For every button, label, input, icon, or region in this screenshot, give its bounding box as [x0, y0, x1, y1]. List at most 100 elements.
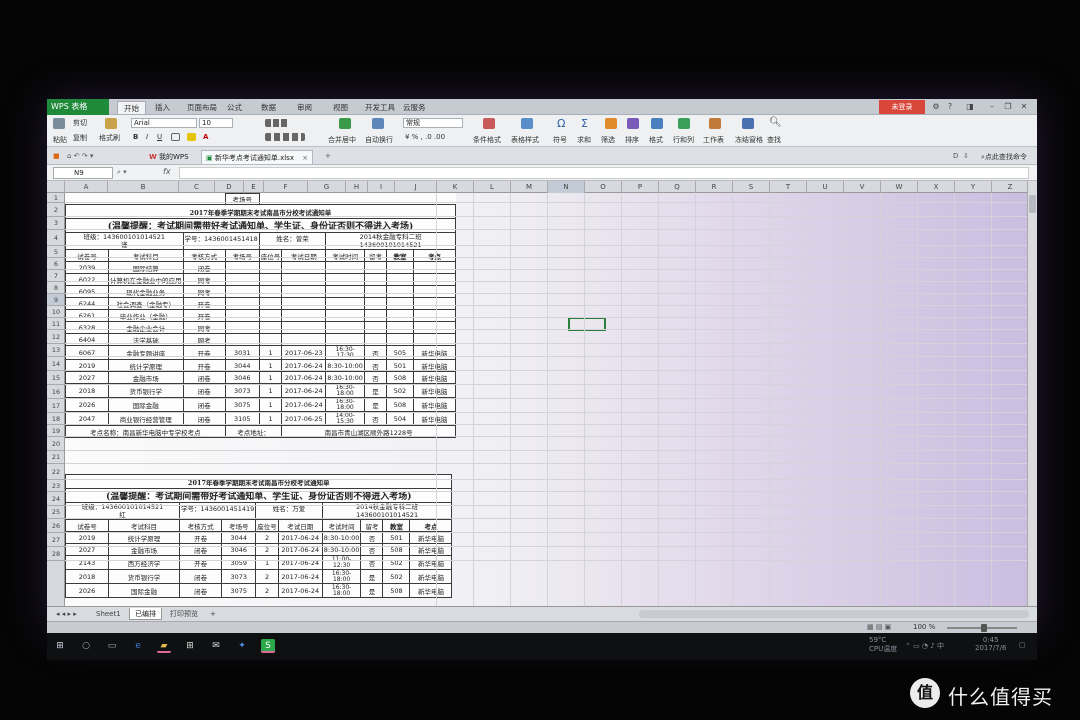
column-header-E[interactable]: E — [244, 181, 264, 193]
paste-icon[interactable] — [53, 118, 65, 129]
format-painter-button[interactable]: 格式刷 — [99, 133, 120, 143]
wrap-text-icon[interactable] — [372, 118, 384, 129]
column-header-C[interactable]: C — [179, 181, 215, 193]
freeze-panes-icon[interactable] — [742, 118, 754, 129]
column-header-M[interactable]: M — [511, 181, 548, 193]
row-header-28[interactable]: 28 — [47, 547, 64, 561]
row-header-3[interactable]: 3 — [47, 217, 64, 230]
sheet-nav-arrows[interactable]: ◂ ◂ ▸ ▸ — [51, 608, 82, 620]
row-header-21[interactable]: 21 — [47, 451, 64, 464]
worksheet-button[interactable]: 工作表 — [703, 135, 724, 145]
row-header-9[interactable]: 9 — [47, 294, 64, 306]
menu-tab-3[interactable]: 公式 — [227, 101, 242, 114]
column-header-Q[interactable]: Q — [659, 181, 696, 193]
row-header-14[interactable]: 14 — [47, 357, 64, 371]
file-explorer-icon[interactable]: ▰ — [157, 639, 171, 653]
wrap-text-button[interactable]: 自动换行 — [365, 135, 393, 145]
close-icon[interactable]: ✕ — [1019, 101, 1029, 112]
row-header-7[interactable]: 7 — [47, 270, 64, 282]
tab-my-wps[interactable]: W 我的WPS — [145, 150, 193, 164]
column-header-T[interactable]: T — [770, 181, 807, 193]
fill-color-icon[interactable] — [187, 133, 196, 141]
column-header-H[interactable]: H — [346, 181, 368, 193]
column-header-Y[interactable]: Y — [955, 181, 992, 193]
row-header-22[interactable]: 22 — [47, 464, 64, 480]
column-header-B[interactable]: B — [108, 181, 179, 193]
merge-center-icon[interactable] — [339, 118, 351, 129]
column-header-L[interactable]: L — [474, 181, 511, 193]
cloud-icons[interactable]: D ⇩ — [953, 152, 969, 160]
row-header-11[interactable]: 11 — [47, 318, 64, 330]
table-style-icon[interactable] — [521, 118, 533, 129]
column-header-P[interactable]: P — [622, 181, 659, 193]
zoom-slider-knob[interactable] — [981, 624, 987, 632]
app-icon[interactable]: ✦ — [235, 639, 249, 653]
zoom-fx-icons[interactable]: ⌕ ▾ — [117, 168, 127, 177]
notification-icon[interactable]: ▢ — [1019, 641, 1026, 649]
bold-button[interactable]: B — [133, 133, 138, 141]
vertical-scrollbar[interactable] — [1027, 181, 1037, 606]
row-header-1[interactable]: 1 — [47, 193, 64, 203]
close-tab-icon[interactable]: × — [302, 154, 308, 162]
row-header-6[interactable]: 6 — [47, 258, 64, 270]
row-header-26[interactable]: 26 — [47, 519, 64, 533]
command-search[interactable]: ⌕点此查找命令 — [981, 152, 1027, 162]
sum-icon[interactable]: Σ — [581, 117, 588, 130]
font-name-select[interactable]: Arial — [131, 118, 197, 128]
menu-tab-2[interactable]: 页面布局 — [187, 101, 217, 114]
conditional-format-button[interactable]: 条件格式 — [473, 135, 501, 145]
sheet-tab-arranged[interactable]: 已编排 — [129, 608, 162, 620]
menu-tab-8[interactable]: 云服务 — [403, 101, 426, 114]
column-header-U[interactable]: U — [807, 181, 844, 193]
column-header-F[interactable]: F — [264, 181, 308, 193]
column-header-I[interactable]: I — [368, 181, 395, 193]
row-header-15[interactable]: 15 — [47, 371, 64, 385]
menu-tab-0[interactable]: 开始 — [117, 101, 146, 114]
sum-button[interactable]: 求和 — [577, 135, 591, 145]
add-sheet-button[interactable]: + — [205, 608, 221, 620]
find-icon[interactable]: 🔍︎ — [769, 117, 782, 128]
spreadsheet-grid[interactable]: 考场号 2017年春季学期期末考试南昌市分校考试通知单 (温馨提醒：考试期间需带… — [65, 193, 1027, 606]
table-style-button[interactable]: 表格样式 — [511, 135, 539, 145]
fx-icon[interactable]: fx — [163, 167, 171, 176]
menu-tab-6[interactable]: 视图 — [333, 101, 348, 114]
border-icon[interactable] — [171, 133, 180, 141]
restore-icon[interactable]: ❐ — [1003, 101, 1013, 112]
row-header-19[interactable]: 19 — [47, 425, 64, 437]
align-horizontal-icons[interactable] — [265, 133, 305, 141]
column-header-N[interactable]: N — [548, 181, 585, 193]
column-header-K[interactable]: K — [437, 181, 474, 193]
help-icon[interactable]: ? — [945, 101, 955, 112]
name-box[interactable]: N9 — [53, 167, 113, 179]
row-header-23[interactable]: 23 — [47, 480, 64, 492]
format-button[interactable]: 格式 — [649, 135, 663, 145]
minimize-icon[interactable]: – — [987, 101, 997, 112]
find-button[interactable]: 查找 — [767, 135, 781, 145]
column-header-J[interactable]: J — [395, 181, 437, 193]
view-mode-icons[interactable]: ▦ ▤ ▣ — [867, 623, 891, 631]
horizontal-scrollbar[interactable] — [639, 610, 1029, 618]
wps-app-button[interactable]: WPS 表格 — [47, 99, 109, 115]
column-header-A[interactable]: A — [65, 181, 108, 193]
conditional-format-icon[interactable] — [483, 118, 495, 129]
new-tab-icon[interactable]: + — [325, 152, 331, 160]
filter-icon[interactable] — [605, 118, 617, 129]
column-header-W[interactable]: W — [881, 181, 918, 193]
sort-icon[interactable] — [627, 118, 639, 129]
sheet-tab-print-preview[interactable]: 打印预览 — [165, 608, 203, 620]
menu-tab-4[interactable]: 数据 — [261, 101, 276, 114]
store-icon[interactable]: ⊞ — [183, 639, 197, 653]
select-all-corner[interactable] — [47, 181, 65, 193]
column-header-R[interactable]: R — [696, 181, 733, 193]
mail-icon[interactable]: ✉ — [209, 639, 223, 653]
row-header-8[interactable]: 8 — [47, 282, 64, 294]
wps-spreadsheet-taskbar-icon[interactable]: S — [261, 639, 275, 653]
tab-current-file[interactable]: ▣ 新华考点考试通知单.xlsx × — [201, 150, 314, 164]
row-header-13[interactable]: 13 — [47, 344, 64, 357]
menu-tab-7[interactable]: 开发工具 — [365, 101, 395, 114]
column-header-O[interactable]: O — [585, 181, 622, 193]
vertical-scroll-thumb[interactable] — [1029, 195, 1036, 213]
menu-tab-5[interactable]: 审阅 — [297, 101, 312, 114]
row-header-2[interactable]: 2 — [47, 203, 64, 217]
clock[interactable]: 0:45 2017/7/6 — [975, 636, 1006, 652]
